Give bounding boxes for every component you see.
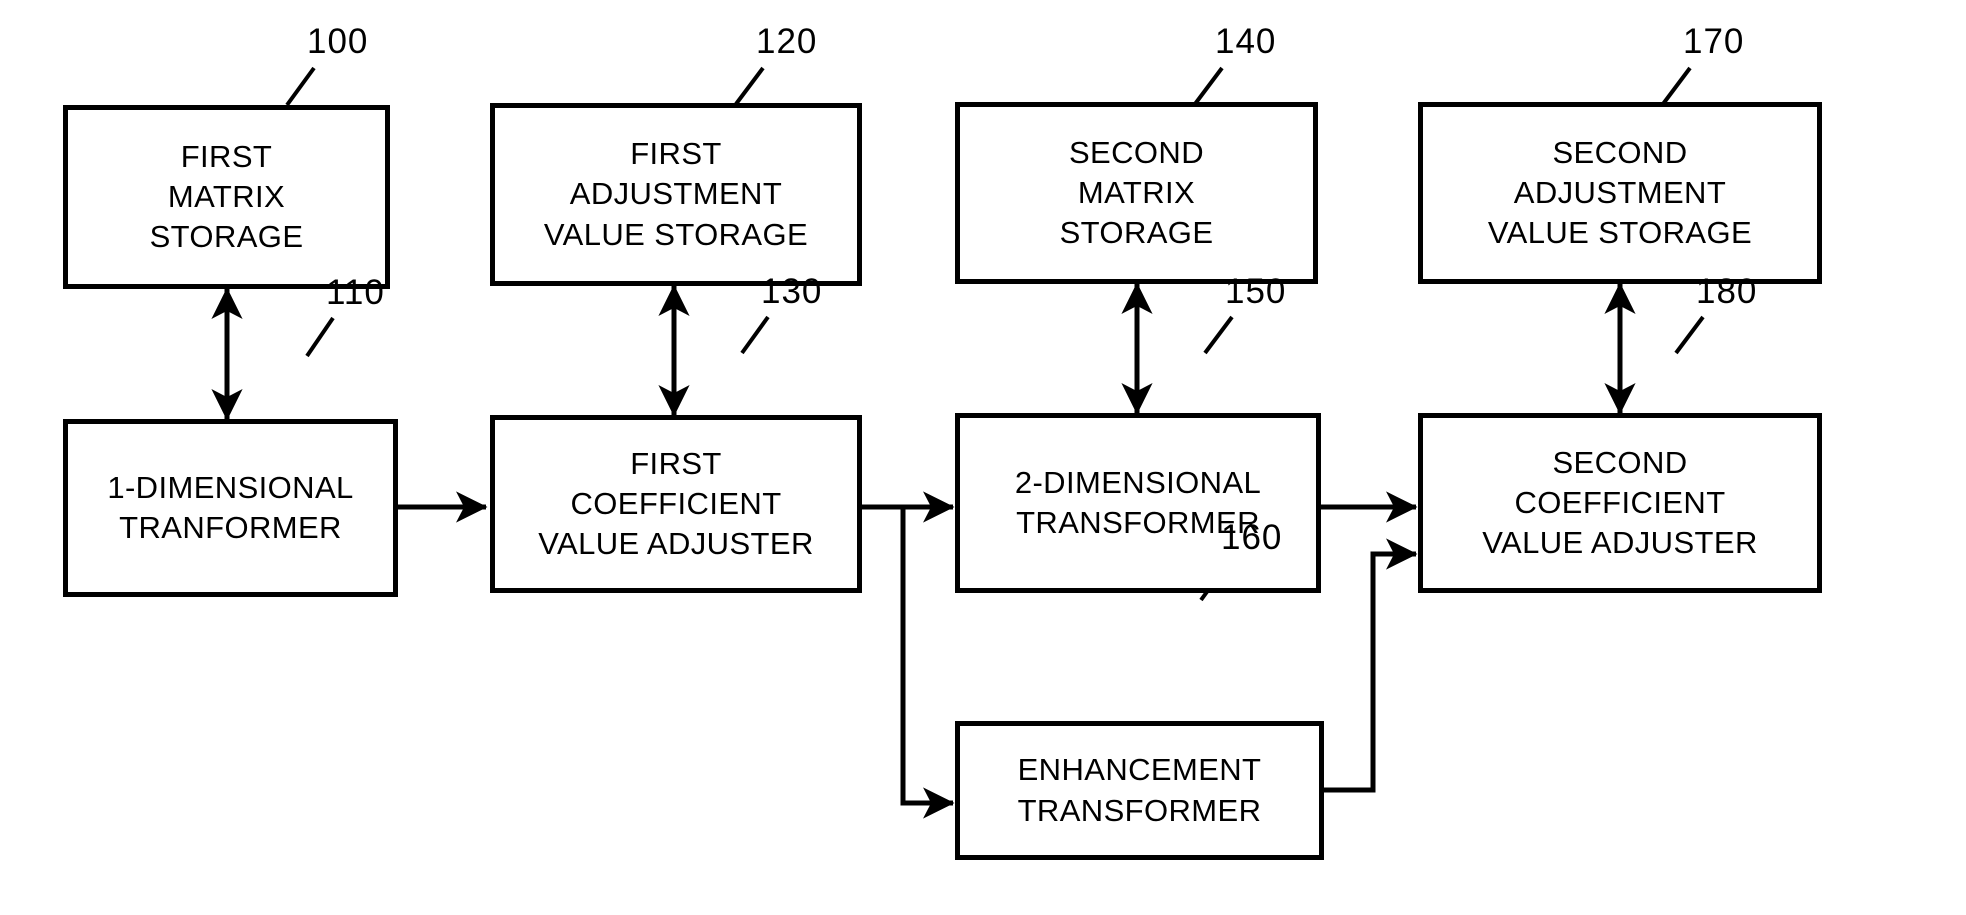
block-one-dimensional-tranformer[interactable]: 1-DIMENSIONAL TRANFORMER: [63, 419, 398, 597]
ref-number-160: 160: [1221, 518, 1283, 557]
leader-line-150: [1203, 315, 1234, 355]
block-label-180: SECOND COEFFICIENT VALUE ADJUSTER: [1482, 444, 1758, 561]
ref-number-130: 130: [761, 272, 823, 311]
block-label-130: FIRST COEFFICIENT VALUE ADJUSTER: [538, 445, 814, 562]
block-label-160: ENHANCEMENT TRANSFORMER: [1017, 752, 1262, 828]
ref-number-110: 110: [326, 273, 385, 312]
block-label-120: FIRST ADJUSTMENT VALUE STORAGE: [543, 136, 809, 252]
block-second-coefficient-value-adjuster[interactable]: SECOND COEFFICIENT VALUE ADJUSTER: [1418, 413, 1822, 593]
leader-line-170: [1661, 66, 1692, 106]
block-second-adjustment-value-storage[interactable]: SECOND ADJUSTMENT VALUE STORAGE: [1418, 102, 1822, 284]
ref-number-150: 150: [1225, 272, 1287, 311]
figure-canvas: 100 110 120 130 140 150 160 170 180 FIRS…: [0, 0, 1966, 915]
connector-130-160: [900, 507, 955, 819]
block-label-100: FIRST MATRIX STORAGE: [149, 138, 304, 255]
ref-number-120: 120: [756, 22, 818, 61]
block-two-dimensional-transformer[interactable]: 2-DIMENSIONAL TRANSFORMER: [955, 413, 1321, 593]
block-label-110: 1-DIMENSIONAL TRANFORMER: [107, 469, 354, 545]
connector-160-180: [1324, 538, 1418, 793]
leader-line-140: [1193, 66, 1224, 106]
block-enhancement-transformer[interactable]: ENHANCEMENT TRANSFORMER: [955, 721, 1324, 860]
block-label-140: SECOND MATRIX STORAGE: [1059, 134, 1214, 251]
ref-number-170: 170: [1683, 22, 1745, 61]
leader-line-100: [285, 66, 316, 107]
leader-line-180: [1674, 315, 1705, 355]
block-label-170: SECOND ADJUSTMENT VALUE STORAGE: [1487, 134, 1753, 251]
block-first-coefficient-value-adjuster[interactable]: FIRST COEFFICIENT VALUE ADJUSTER: [490, 415, 862, 593]
ref-number-140: 140: [1215, 22, 1277, 61]
block-second-matrix-storage[interactable]: SECOND MATRIX STORAGE: [955, 102, 1318, 284]
leader-line-120: [734, 66, 765, 106]
ref-number-100: 100: [307, 22, 369, 61]
block-first-adjustment-value-storage[interactable]: FIRST ADJUSTMENT VALUE STORAGE: [490, 103, 862, 286]
leader-line-130: [740, 315, 770, 355]
leader-line-110: [305, 316, 335, 358]
ref-number-180: 180: [1696, 272, 1758, 311]
block-first-matrix-storage[interactable]: FIRST MATRIX STORAGE: [63, 105, 390, 289]
